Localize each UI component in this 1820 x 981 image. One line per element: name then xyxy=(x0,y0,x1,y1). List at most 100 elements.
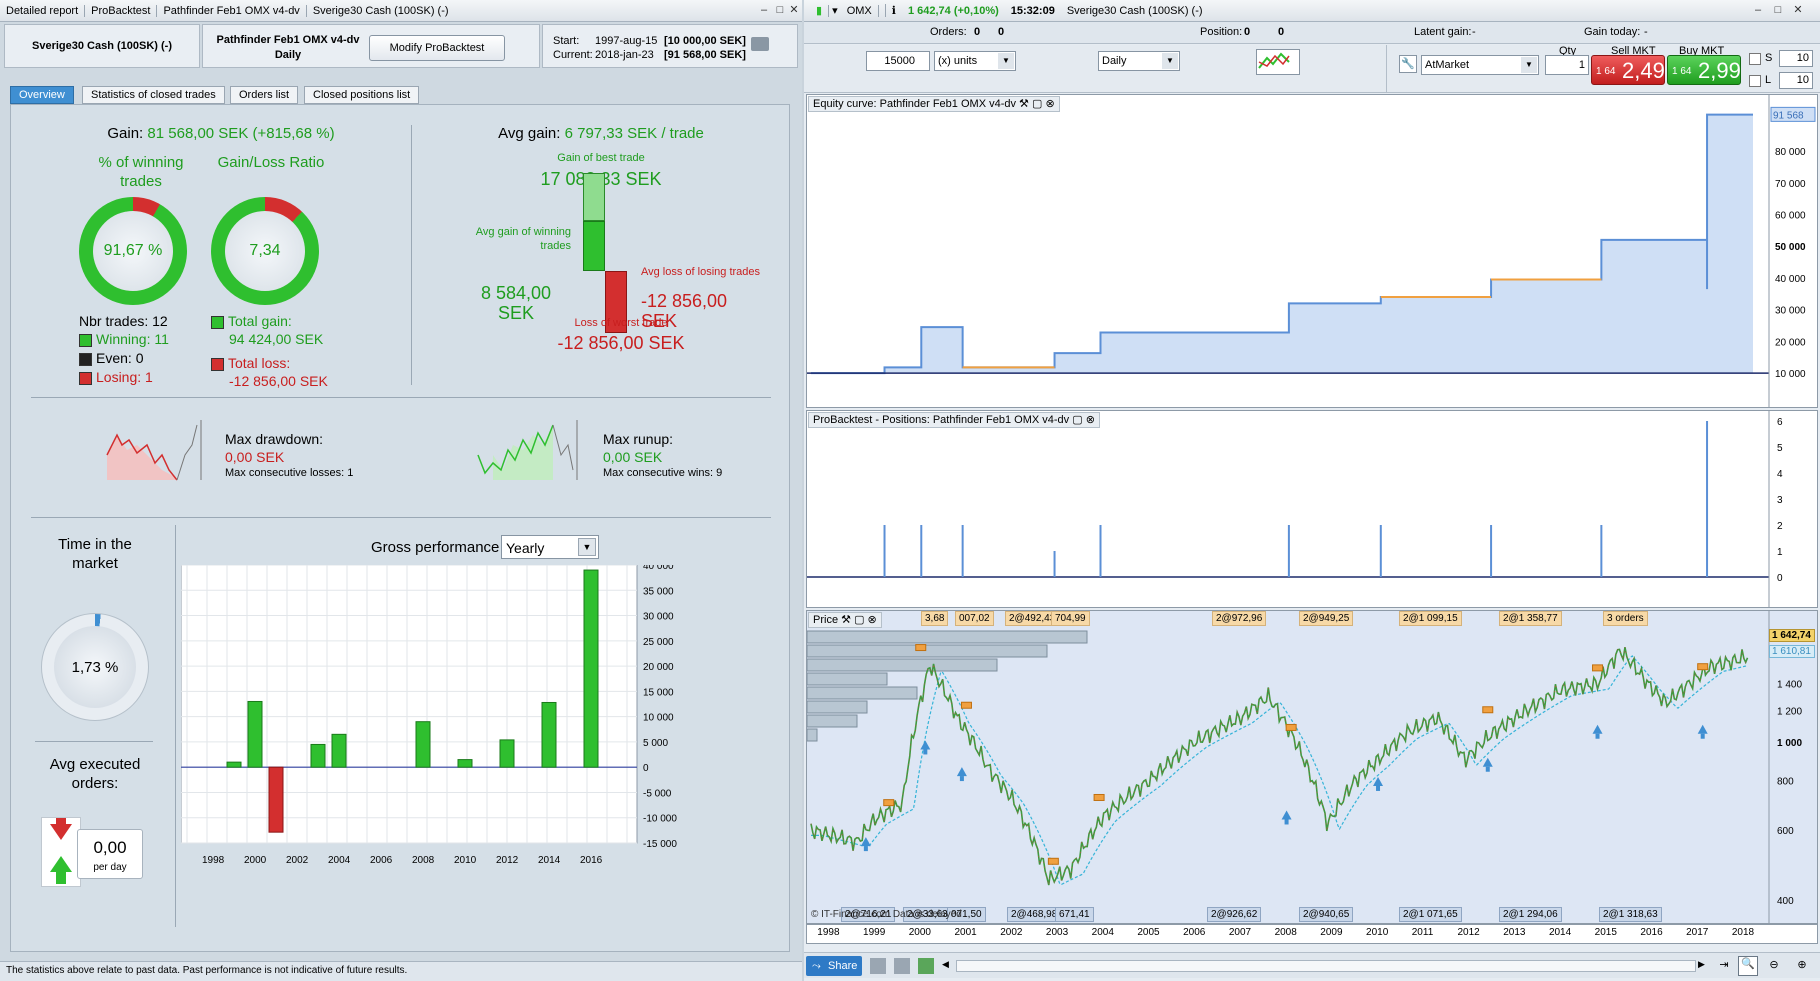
units-input[interactable]: 15000 xyxy=(866,51,930,71)
order-label-top: 2@1 099,15 xyxy=(1399,611,1462,626)
y-tick-label: 5 xyxy=(1777,443,1783,454)
gain-loss-donut: 7,34 xyxy=(211,197,319,305)
modify-probacktest-button[interactable]: Modify ProBacktest xyxy=(369,35,505,61)
pct-winning-donut: 91,67 % xyxy=(79,197,187,305)
sell-price-prefix: 1 64 xyxy=(1596,66,1616,77)
buy-market-button[interactable]: 1 64 2,99 xyxy=(1667,55,1741,85)
y-tick-label: 40 000 xyxy=(1775,274,1806,285)
scroll-right-icon[interactable]: ▶ xyxy=(1698,959,1710,973)
gross-performance-chart: 40 000 35 000 30 000 25 000 20 000 15 000 10 0… xyxy=(181,565,677,866)
year-tick-label: 2011 xyxy=(1411,927,1434,938)
close-icon[interactable]: ✕ xyxy=(1790,3,1806,17)
gain-loss-value: 7,34 xyxy=(225,211,305,291)
maximize-icon[interactable]: □ xyxy=(1770,3,1786,17)
price-change: 1 642,74 (+0,10%) xyxy=(907,4,999,17)
print-icon[interactable] xyxy=(751,37,769,51)
sell-market-button[interactable]: 1 64 2,49 xyxy=(1591,55,1665,85)
section-divider-2 xyxy=(31,517,771,518)
volume-profile-bar xyxy=(807,630,1088,644)
bar-2000 xyxy=(247,700,263,768)
order-panel: 🔧 AtMarket ▼ Qty 1 Sell MKT 1 64 2,49 Bu… xyxy=(1386,45,1820,93)
total-loss-label: Total loss: xyxy=(228,355,291,371)
y-tick-label: 10 000 xyxy=(643,713,674,724)
limit-value[interactable]: 10 xyxy=(1779,72,1813,89)
indicator-icon[interactable] xyxy=(1256,49,1300,75)
stop-checkbox[interactable] xyxy=(1749,53,1761,65)
grid-icon[interactable] xyxy=(870,958,886,974)
y-tick-label: 1 000 xyxy=(1777,738,1802,749)
tab-closed-positions-list[interactable]: Closed positions list xyxy=(304,86,420,104)
y-tick-label: 1 200 xyxy=(1777,706,1802,717)
x-tick-label: 2016 xyxy=(580,855,603,866)
price-info-icon[interactable]: ℹ xyxy=(886,4,902,17)
qty-input[interactable]: 1 xyxy=(1545,55,1589,75)
zoom-out-icon[interactable]: ⊖ xyxy=(1766,958,1782,974)
zoom-fit-icon[interactable]: 🔍 xyxy=(1738,956,1758,976)
buy-arrow-icon xyxy=(920,740,931,750)
price-last-label: 1 642,74 xyxy=(1769,629,1815,642)
chevron-down-icon[interactable]: ▼ xyxy=(998,53,1014,69)
avg-gain-label: Avg gain: xyxy=(498,125,561,142)
order-type-select[interactable]: AtMarket ▼ xyxy=(1421,55,1539,75)
zoom-in-icon[interactable]: ⊕ xyxy=(1794,958,1810,974)
wrench-icon[interactable]: 🔧 xyxy=(1399,55,1417,73)
fit-icon[interactable]: ⇥ xyxy=(1716,958,1732,974)
y-tick-label: -15 000 xyxy=(643,839,677,850)
timeframe-select[interactable]: Daily ▼ xyxy=(1098,51,1180,71)
share-button[interactable]: ⤳ Share xyxy=(806,956,862,976)
minimize-icon[interactable]: ‒ xyxy=(1750,3,1766,17)
positions-panel: ProBacktest - Positions: Pathfinder Feb1… xyxy=(806,410,1818,608)
limit-checkbox[interactable] xyxy=(1749,75,1761,87)
y-tick-label: -5 000 xyxy=(643,788,672,799)
buy-arrow-icon xyxy=(1592,724,1603,734)
gain-today-value: - xyxy=(1644,26,1648,38)
year-tick-label: 2013 xyxy=(1503,927,1526,938)
exit-marker-icon xyxy=(1047,857,1059,865)
price-line xyxy=(810,647,1749,886)
overview-panel: Gain: 81 568,00 SEK (+815,68 %) % of win… xyxy=(10,104,790,952)
losing-count: Losing: 1 xyxy=(96,369,153,385)
x-tick-label: 2012 xyxy=(496,855,519,866)
chevron-down-icon[interactable]: ▼ xyxy=(578,538,596,556)
exit-marker-icon xyxy=(960,701,972,709)
units-select-value: (x) units xyxy=(938,55,978,67)
losing-row: Losing: 1 xyxy=(79,369,153,385)
window-title-probacktest: ProBacktest xyxy=(85,4,158,17)
table-icon[interactable] xyxy=(918,958,934,974)
y-tick-label: 25 000 xyxy=(643,637,674,648)
y-tick-label: 2 xyxy=(1777,521,1783,532)
gross-perf-select[interactable]: Yearly ▼ xyxy=(501,535,599,559)
close-icon[interactable]: ✕ xyxy=(786,3,802,17)
gain-value: 81 568,00 SEK (+815,68 %) xyxy=(147,125,335,142)
order-label-bottom: 2@926,62 xyxy=(1207,907,1262,922)
nbr-trades: Nbr trades: 12 xyxy=(79,313,168,329)
scroll-left-icon[interactable]: ◀ xyxy=(942,959,954,973)
x-tick-label: 2006 xyxy=(370,855,393,866)
tab-overview[interactable]: Overview xyxy=(10,86,74,104)
year-tick-label: 2008 xyxy=(1274,927,1297,938)
exit-marker-icon xyxy=(883,799,895,807)
start-date: 1997-aug-15 xyxy=(595,35,658,47)
total-gain-swatch xyxy=(211,315,224,329)
buy-arrow-icon xyxy=(1482,757,1493,767)
max-consec-losses: Max consecutive losses: 1 xyxy=(225,467,354,479)
tab-statistics-closed-trades[interactable]: Statistics of closed trades xyxy=(82,86,225,104)
chevron-down-icon[interactable]: ▼ xyxy=(1521,57,1537,73)
chevron-down-icon[interactable]: ▼ xyxy=(1162,53,1178,69)
buy-arrow-icon xyxy=(1281,810,1292,820)
stop-value[interactable]: 10 xyxy=(1779,50,1813,67)
minimize-icon[interactable]: ‒ xyxy=(756,3,772,17)
bar-2016 xyxy=(583,569,599,768)
calendar-icon[interactable] xyxy=(894,958,910,974)
units-select[interactable]: (x) units ▼ xyxy=(934,51,1016,71)
year-tick-label: 2003 xyxy=(1045,927,1069,938)
horizontal-scrollbar[interactable] xyxy=(956,960,1696,972)
tab-orders-list[interactable]: Orders list xyxy=(230,86,299,104)
position-value: 0 xyxy=(1244,26,1251,38)
volume-profile-bar xyxy=(807,714,858,728)
x-tick-label: 2014 xyxy=(538,855,561,866)
strategy-name: Pathfinder Feb1 OMX v4-dv xyxy=(216,34,360,46)
y-tick-label: 6 xyxy=(1777,417,1783,428)
exit-marker-icon xyxy=(1093,793,1105,801)
year-tick-label: 2002 xyxy=(1000,927,1023,938)
